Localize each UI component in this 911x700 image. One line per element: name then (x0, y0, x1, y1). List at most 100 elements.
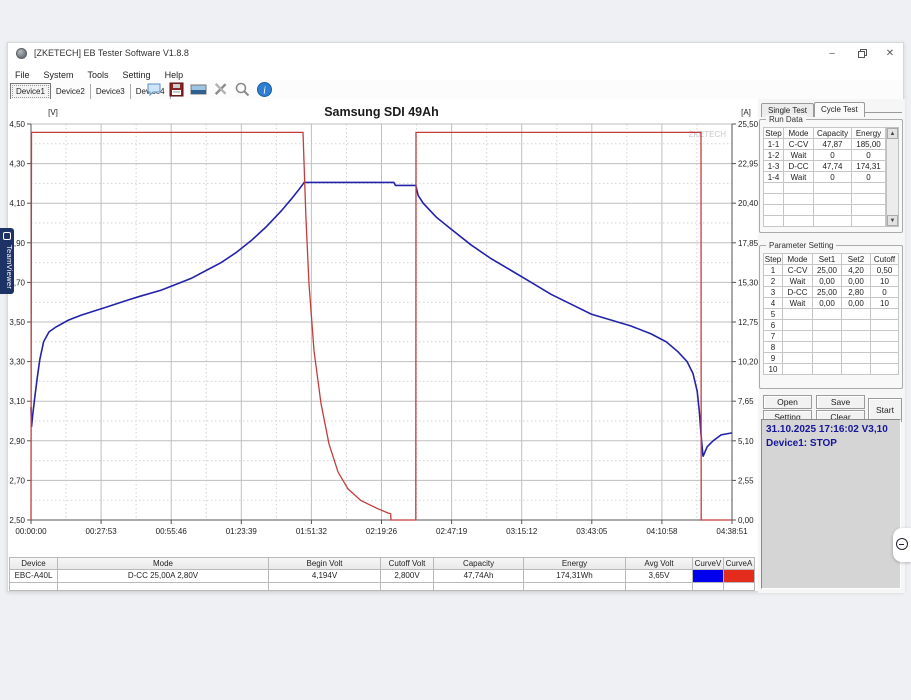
parameter-row[interactable]: 2 Wait 0,00 0,00 10 (763, 276, 899, 287)
table-header-row: Device Mode Begin Volt Cutoff Volt Capacity E… (9, 557, 756, 570)
svg-text:04:10:58: 04:10:58 (646, 527, 678, 536)
run-data-energy: 0 (852, 150, 886, 161)
svg-text:ZKETECH: ZKETECH (689, 130, 727, 139)
parameter-set2: 4,20 (842, 265, 871, 276)
run-data-energy (852, 194, 886, 205)
scroll-down-icon[interactable]: ▼ (887, 215, 898, 226)
close-icon[interactable]: ✕ (879, 47, 901, 61)
parameter-set2: 0,00 (842, 298, 871, 309)
menu-item-tools[interactable]: Tools (81, 68, 116, 80)
curve-v-swatch (693, 570, 724, 583)
parameter-row[interactable]: 5 (763, 309, 899, 320)
device-tab-device1[interactable]: Device1 (10, 83, 51, 100)
save-button[interactable]: Save (816, 395, 865, 409)
parameter-set1 (813, 331, 842, 342)
run-data-row[interactable]: 1-3 D-CC 47,74 174,31 (763, 161, 886, 172)
teamviewer-side-tab[interactable]: TeamViewer (0, 228, 14, 294)
save-icon[interactable] (168, 81, 185, 98)
parameter-set1: Set1 (813, 253, 842, 265)
open-icon[interactable] (146, 81, 163, 98)
image-export-icon[interactable] (190, 81, 207, 98)
cell-cutoff-volt: 2,800V (381, 570, 434, 583)
svg-text:17,85: 17,85 (738, 239, 758, 248)
run-data-table: Step Mode Capacity Energy 1-1 C-CV 47,87 185,00… (763, 127, 899, 227)
parameter-step: 7 (763, 331, 783, 342)
minimize-icon[interactable]: – (821, 47, 843, 61)
run-data-row[interactable] (763, 183, 886, 194)
column-header-cutoff-volt: Cutoff Volt (381, 557, 434, 570)
run-data-capacity: 0 (814, 172, 852, 183)
run-data-step (763, 194, 784, 205)
run-data-row[interactable]: 1-2 Wait 0 0 (763, 150, 886, 161)
menu-item-file[interactable]: File (8, 68, 37, 80)
cell-device (9, 583, 58, 591)
scroll-up-icon[interactable]: ▲ (887, 128, 898, 139)
parameter-set1 (813, 309, 842, 320)
run-data-row[interactable] (763, 194, 886, 205)
parameter-cutoff: 0,50 (871, 265, 899, 276)
run-data-mode (784, 183, 814, 194)
voltage-current-chart[interactable]: 4,50 4,30 4,10 3,90 3,70 3,50 3,30 3,10 … (8, 99, 758, 557)
tab-cycle-test[interactable]: Cycle Test (814, 102, 865, 117)
parameter-header-row: Step Mode Set1 Set2 Cutoff (763, 253, 899, 265)
open-button[interactable]: Open (763, 395, 812, 409)
cell-avg-volt: 3,65V (626, 570, 693, 583)
maximize-icon[interactable] (851, 47, 873, 61)
svg-text:4,10: 4,10 (9, 199, 25, 208)
run-data-mode (784, 205, 814, 216)
parameter-row[interactable]: 8 (763, 342, 899, 353)
right-panel: Single Test Cycle Test Run Data Step Mode C… (758, 99, 905, 593)
run-data-row[interactable]: 1-1 C-CV 47,87 185,00 (763, 139, 886, 150)
menu-bar: File System Tools Setting Help (8, 65, 903, 80)
run-data-scrollbar[interactable]: ▲ ▼ (886, 127, 899, 227)
parameter-set2 (842, 353, 871, 364)
run-data-row[interactable] (763, 205, 886, 216)
parameter-mode: Wait (783, 276, 813, 287)
menu-item-setting[interactable]: Setting (116, 68, 158, 80)
parameter-cutoff: Cutoff (871, 253, 899, 265)
svg-text:3,10: 3,10 (9, 397, 25, 406)
run-data-capacity (814, 183, 852, 194)
collapse-icon (896, 538, 908, 550)
parameter-mode (783, 331, 813, 342)
parameter-row[interactable]: 10 (763, 364, 899, 375)
run-data-energy (852, 205, 886, 216)
parameter-step: 1 (763, 265, 783, 276)
tools-icon[interactable] (212, 81, 229, 98)
menu-item-system[interactable]: System (37, 68, 81, 80)
svg-text:12,75: 12,75 (738, 318, 758, 327)
device-tab-device2[interactable]: Device2 (51, 84, 91, 99)
teamviewer-icon (3, 232, 11, 240)
parameter-step: 9 (763, 353, 783, 364)
run-data-label: Run Data (766, 115, 806, 124)
info-icon[interactable]: i (256, 81, 273, 98)
svg-text:00:27:53: 00:27:53 (86, 527, 118, 536)
cell-mode: D-CC 25,00A 2,80V (58, 570, 269, 583)
svg-text:3,50: 3,50 (9, 318, 25, 327)
svg-text:15,30: 15,30 (738, 278, 758, 287)
zoom-icon[interactable] (234, 81, 251, 98)
run-data-energy (852, 183, 886, 194)
parameter-set1: 0,00 (813, 298, 842, 309)
parameter-row[interactable]: 3 D-CC 25,00 2,80 0 (763, 287, 899, 298)
parameter-row[interactable]: 1 C-CV 25,00 4,20 0,50 (763, 265, 899, 276)
device-tab-device3[interactable]: Device3 (91, 84, 131, 99)
parameter-row[interactable]: 6 (763, 320, 899, 331)
parameter-mode (783, 364, 813, 375)
run-data-row[interactable] (763, 216, 886, 227)
parameter-set1: 25,00 (813, 287, 842, 298)
parameter-row[interactable]: 7 (763, 331, 899, 342)
svg-text:00:00:00: 00:00:00 (15, 527, 47, 536)
parameter-step: 6 (763, 320, 783, 331)
parameter-row[interactable]: 4 Wait 0,00 0,00 10 (763, 298, 899, 309)
run-data-row[interactable]: 1-4 Wait 0 0 (763, 172, 886, 183)
cell-device: EBC-A40L (9, 570, 58, 583)
parameter-set2 (842, 342, 871, 353)
parameter-row[interactable]: 9 (763, 353, 899, 364)
side-panel-toggle[interactable] (893, 528, 911, 562)
cell-begin-volt (269, 583, 381, 591)
run-data-step: 1-4 (763, 172, 784, 183)
menu-item-help[interactable]: Help (158, 68, 191, 80)
parameter-set2 (842, 331, 871, 342)
svg-text:5,10: 5,10 (738, 437, 754, 446)
